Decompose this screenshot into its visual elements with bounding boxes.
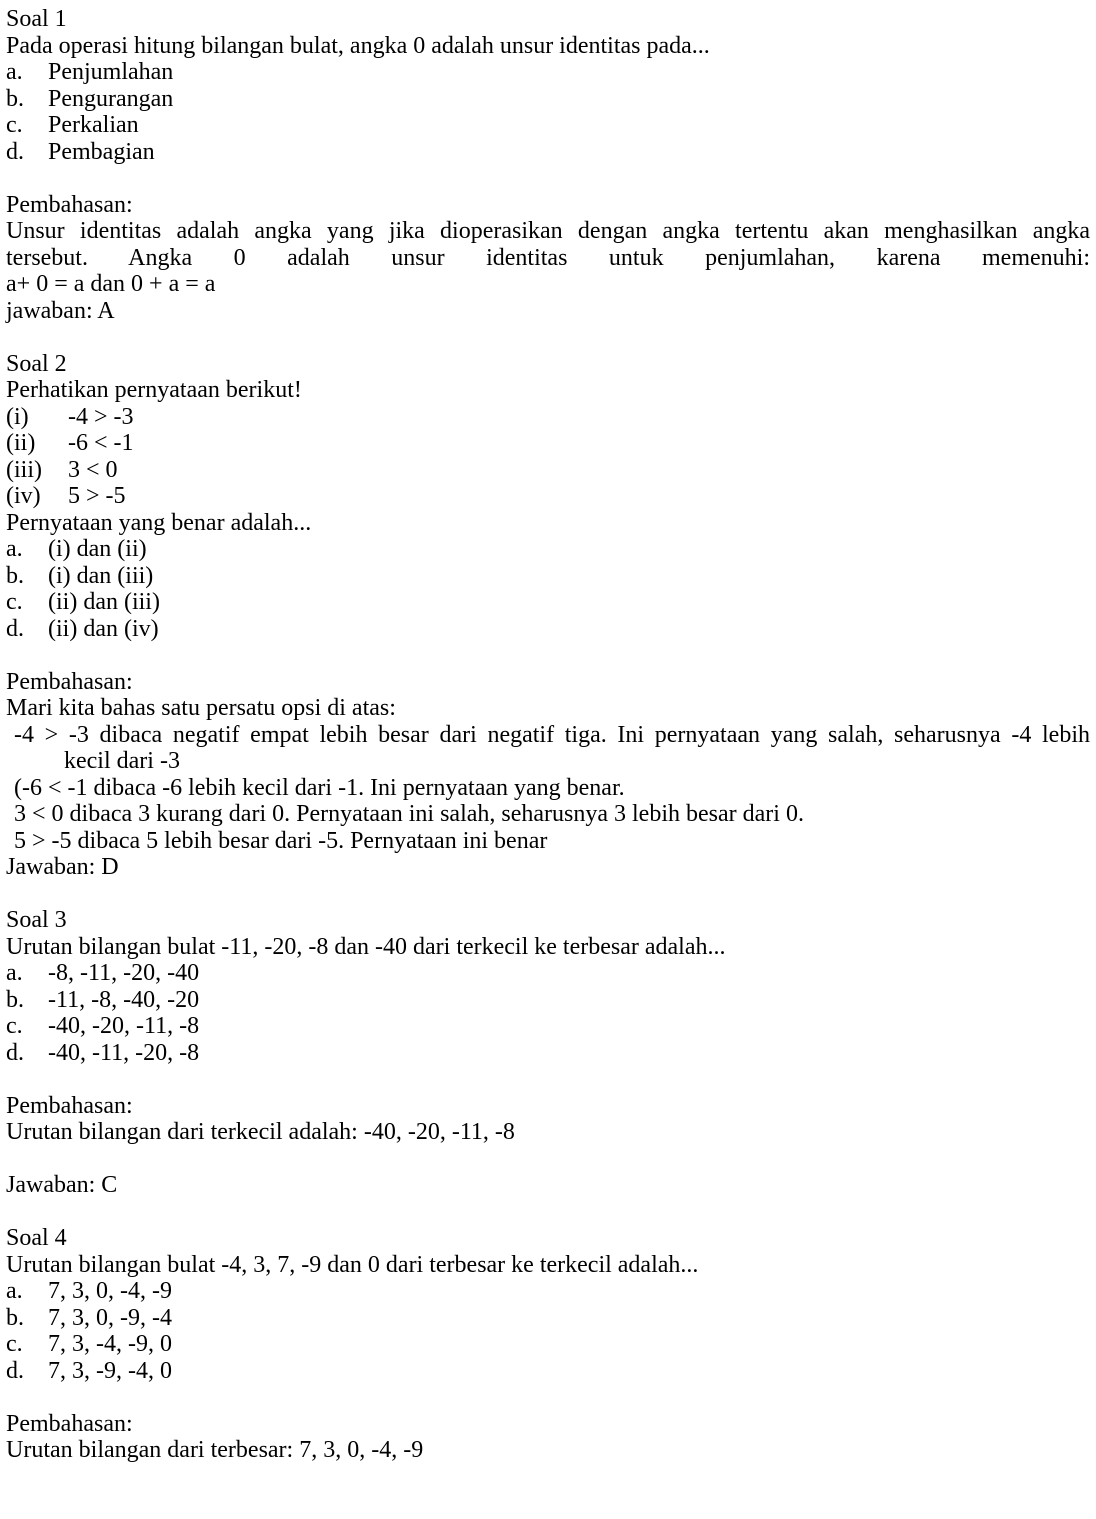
option-text: Penjumlahan	[48, 59, 174, 85]
option-label: a.	[6, 1278, 23, 1304]
option-text: (ii) dan (iv)	[48, 615, 159, 642]
soal-2-statement-ii: (ii) -6 < -1	[6, 430, 1090, 457]
option-text: -40, -20, -11, -8	[48, 1013, 200, 1039]
soal-1-title: Soal 1	[6, 6, 67, 32]
soal-3-option-a: a. -8, -11, -20, -40	[6, 960, 1090, 987]
statement-text: -4 > -3	[68, 403, 134, 430]
soal-2-discussion-3: 3 < 0 dibaca 3 kurang dari 0. Pernyataan…	[14, 801, 804, 827]
soal-2-question: Pernyataan yang benar adalah...	[6, 509, 312, 536]
soal-4-title: Soal 4	[6, 1225, 67, 1251]
soal-1-pembahasan-line-3: a+ 0 = a dan 0 + a = a	[6, 271, 216, 297]
soal-4-option-a: a. 7, 3, 0, -4, -9	[6, 1278, 1090, 1305]
option-label: b.	[6, 1304, 24, 1331]
option-label: a.	[6, 536, 23, 562]
soal-3-question: Urutan bilangan bulat -11, -20, -8 dan -…	[6, 933, 726, 960]
soal-4-option-d: d. 7, 3, -9, -4, 0	[6, 1358, 1090, 1385]
option-label: c.	[6, 589, 23, 615]
soal-3-pembahasan-title: Pembahasan:	[6, 1092, 133, 1119]
option-label: d.	[6, 1039, 24, 1066]
statement-label: (ii)	[6, 430, 36, 456]
soal-2-statement-iv: (iv) 5 > -5	[6, 483, 1090, 510]
document-page: Soal 1 Pada operasi hitung bilangan bula…	[0, 0, 1096, 1519]
soal-1-pembahasan-line-2: tersebut. Angka 0 adalah unsur identitas…	[6, 244, 1090, 271]
option-text: (i) dan (iii)	[48, 562, 154, 589]
option-text: -40, -11, -20, -8	[48, 1039, 200, 1066]
soal-2-option-b: b. (i) dan (iii)	[6, 563, 1090, 590]
soal-1-option-d: d. Pembagian	[6, 139, 1090, 166]
soal-1-question: Pada operasi hitung bilangan bulat, angk…	[6, 32, 710, 59]
soal-2-statement-i: (i) -4 > -3	[6, 404, 1090, 431]
soal-4-pembahasan-text: Urutan bilangan dari terbesar: 7, 3, 0, …	[6, 1437, 424, 1463]
option-label: a.	[6, 59, 23, 85]
soal-1-answer: jawaban: A	[6, 297, 115, 324]
statement-text: 5 > -5	[68, 483, 126, 509]
option-label: a.	[6, 960, 23, 986]
statement-label: (i)	[6, 403, 29, 430]
soal-2-pembahasan-intro: Mari kita bahas satu persatu opsi di ata…	[6, 695, 396, 721]
option-label: c.	[6, 1331, 23, 1357]
soal-1-option-b: b. Pengurangan	[6, 86, 1090, 113]
soal-3-title: Soal 3	[6, 907, 67, 933]
soal-2-title: Soal 2	[6, 350, 67, 377]
option-text: 7, 3, 0, -4, -9	[48, 1278, 172, 1304]
option-label: b.	[6, 85, 24, 112]
soal-3-option-c: c. -40, -20, -11, -8	[6, 1013, 1090, 1040]
option-text: Pembagian	[48, 138, 155, 165]
option-text: 7, 3, -9, -4, 0	[48, 1357, 172, 1384]
soal-1-option-c: c. Perkalian	[6, 112, 1090, 139]
soal-1-option-a: a. Penjumlahan	[6, 59, 1090, 86]
soal-2-option-d: d. (ii) dan (iv)	[6, 616, 1090, 643]
option-text: -11, -8, -40, -20	[48, 986, 200, 1013]
soal-4-pembahasan-title: Pembahasan:	[6, 1410, 133, 1437]
option-label: c.	[6, 112, 23, 138]
statement-label: (iv)	[6, 483, 41, 509]
soal-2-pembahasan-title: Pembahasan:	[6, 668, 133, 695]
soal-3-answer: Jawaban: C	[6, 1172, 118, 1198]
option-text: 7, 3, -4, -9, 0	[48, 1331, 172, 1357]
soal-4-question: Urutan bilangan bulat -4, 3, 7, -9 dan 0…	[6, 1251, 699, 1278]
option-text: Pengurangan	[48, 85, 174, 112]
soal-1-pembahasan-title: Pembahasan:	[6, 191, 133, 218]
soal-3-option-d: d. -40, -11, -20, -8	[6, 1040, 1090, 1067]
soal-2-discussion-1: -4 > -3 dibaca negatif empat lebih besar…	[14, 721, 1090, 748]
option-text: (i) dan (ii)	[48, 536, 147, 562]
soal-4-option-b: b. 7, 3, 0, -9, -4	[6, 1305, 1090, 1332]
statement-label: (iii)	[6, 456, 42, 483]
soal-2-option-c: c. (ii) dan (iii)	[6, 589, 1090, 616]
option-text: (ii) dan (iii)	[48, 589, 160, 615]
soal-3-pembahasan-text: Urutan bilangan dari terkecil adalah: -4…	[6, 1119, 515, 1145]
soal-2-discussion-2: (-6 < -1 dibaca -6 lebih kecil dari -1. …	[14, 774, 625, 801]
soal-2-intro: Perhatikan pernyataan berikut!	[6, 377, 302, 403]
soal-2-answer: Jawaban: D	[6, 854, 119, 880]
soal-1-pembahasan-line-1: Unsur identitas adalah angka yang jika d…	[6, 218, 1090, 244]
option-label: b.	[6, 986, 24, 1013]
soal-2-option-a: a. (i) dan (ii)	[6, 536, 1090, 563]
option-text: Perkalian	[48, 112, 139, 138]
option-text: -8, -11, -20, -40	[48, 960, 200, 986]
soal-2-statement-iii: (iii) 3 < 0	[6, 457, 1090, 484]
option-label: d.	[6, 138, 24, 165]
soal-2-discussion-4: 5 > -5 dibaca 5 lebih besar dari -5. Per…	[14, 827, 548, 854]
soal-3-option-b: b. -11, -8, -40, -20	[6, 987, 1090, 1014]
statement-text: -6 < -1	[68, 430, 134, 456]
option-text: 7, 3, 0, -9, -4	[48, 1304, 172, 1331]
option-label: c.	[6, 1013, 23, 1039]
option-label: b.	[6, 562, 24, 589]
option-label: d.	[6, 615, 24, 642]
statement-text: 3 < 0	[68, 456, 118, 483]
soal-2-discussion-1-cont: kecil dari -3	[64, 748, 180, 774]
option-label: d.	[6, 1357, 24, 1384]
soal-4-option-c: c. 7, 3, -4, -9, 0	[6, 1331, 1090, 1358]
